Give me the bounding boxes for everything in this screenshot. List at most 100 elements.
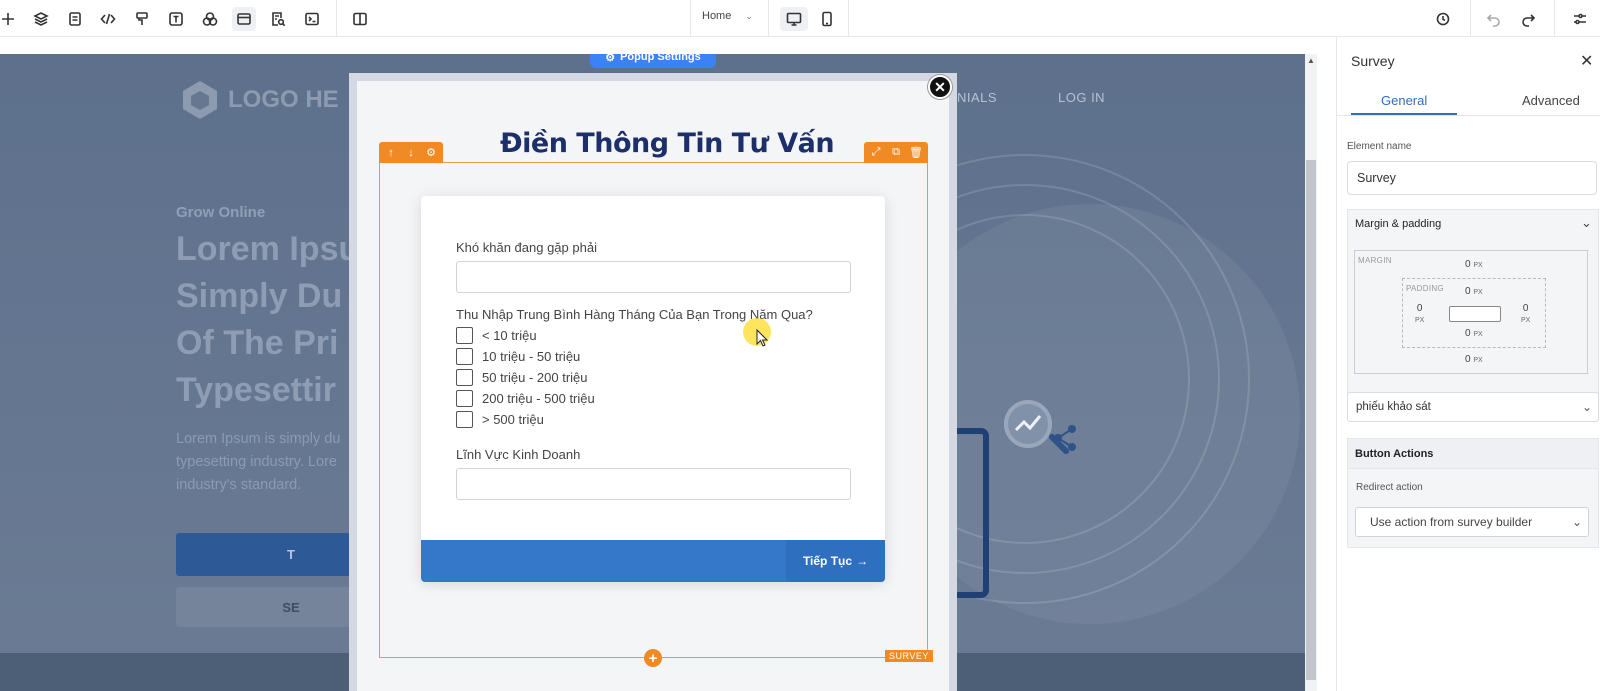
arrow-right-icon: → — [856, 554, 869, 568]
tab-general[interactable]: General — [1381, 93, 1427, 108]
scroll-up-icon[interactable]: ▲ — [1307, 56, 1315, 65]
add-element-button[interactable]: + — [644, 649, 662, 667]
layers-icon[interactable] — [29, 7, 53, 31]
code-icon[interactable] — [96, 7, 120, 31]
canvas-scrollbar[interactable]: ▲ — [1305, 54, 1317, 691]
scrollbar-thumb[interactable] — [1306, 160, 1316, 680]
redo-icon[interactable] — [1516, 7, 1540, 31]
section-icon[interactable] — [232, 7, 256, 31]
business-field-input[interactable] — [456, 468, 851, 500]
element-type-tag: SURVEY — [885, 650, 933, 662]
next-button-label: Tiếp Tục — [802, 554, 853, 568]
tab-advanced[interactable]: Advanced — [1522, 93, 1580, 108]
element-name-value: Survey — [1357, 171, 1396, 185]
padding-left-value[interactable]: 0 PX — [1415, 303, 1424, 325]
margin-bottom-value[interactable]: 0 PX — [1465, 354, 1483, 365]
checkbox-option[interactable]: > 500 triệu — [456, 411, 544, 428]
hero-description: Lorem Ipsum is simply du typesetting ind… — [176, 428, 376, 497]
option-label: 50 triệu - 200 triệu — [482, 370, 588, 385]
settings-sliders-icon[interactable] — [1568, 7, 1592, 31]
chevron-down-icon[interactable]: ⌄ — [1581, 215, 1592, 231]
popup-title[interactable]: Điền Thông Tin Tư Vấn — [500, 128, 835, 159]
page-select[interactable]: Home ⌄ — [702, 10, 753, 22]
padding-right-value[interactable]: 0 PX — [1521, 303, 1530, 325]
popup-settings-label: Popup Settings — [620, 54, 701, 63]
desc-line: Lorem Ipsum is simply du — [176, 431, 341, 447]
undo-icon[interactable] — [1482, 7, 1506, 31]
frame-move-tools: ↑ ↓ ⚙ — [379, 142, 443, 163]
survey-select[interactable]: phiếu khảo sát ⌄ — [1347, 392, 1599, 422]
page-icon[interactable] — [63, 7, 87, 31]
popup-settings-button[interactable]: ⚙ Popup Settings — [590, 54, 716, 68]
close-icon[interactable]: ✕ — [1580, 51, 1593, 71]
toolbar-separator — [336, 0, 337, 37]
nav-item-login[interactable]: LOG IN — [1058, 90, 1105, 105]
toolbar-separator — [768, 0, 769, 37]
question-label: Khó khăn đang gặp phải — [456, 240, 597, 255]
logo-text: LOGO HE — [228, 86, 339, 113]
arrow-down-icon[interactable]: ↓ — [403, 145, 419, 161]
checkbox-option[interactable]: 10 triệu - 50 triệu — [456, 348, 580, 365]
chevron-down-icon: ⌄ — [1571, 515, 1582, 529]
padding-top-value[interactable]: 0 PX — [1465, 286, 1483, 297]
panel-title: Survey — [1351, 53, 1395, 69]
shapes-icon[interactable] — [198, 7, 222, 31]
checkbox[interactable] — [456, 369, 473, 386]
checkbox-option[interactable]: < 10 triệu — [456, 327, 537, 344]
mobile-icon[interactable] — [815, 7, 839, 31]
checkbox-option[interactable]: 50 triệu - 200 triệu — [456, 369, 588, 386]
gear-icon[interactable]: ⚙ — [423, 145, 439, 161]
redirect-action-value: Use action from survey builder — [1370, 515, 1533, 529]
chevron-down-icon: ⌄ — [745, 10, 753, 21]
top-toolbar: Home ⌄ — [0, 0, 1600, 37]
terminal-icon[interactable] — [300, 7, 324, 31]
search-doc-icon[interactable] — [266, 7, 290, 31]
gear-icon: ⚙ — [605, 54, 616, 64]
checkbox-option[interactable]: 200 triệu - 500 triệu — [456, 390, 595, 407]
duplicate-icon[interactable]: ⧉ — [888, 145, 904, 161]
share-icon — [1054, 425, 1076, 451]
margin-label: MARGIN — [1358, 256, 1392, 265]
add-icon[interactable] — [0, 7, 20, 31]
site-logo: LOGO HE — [178, 78, 339, 122]
nav-item-testimonials[interactable]: NIALS — [957, 90, 997, 105]
checkbox[interactable] — [456, 348, 473, 365]
illustration-monitor — [955, 428, 989, 598]
difficulty-input[interactable] — [456, 261, 851, 293]
toolbar-separator — [690, 0, 691, 37]
hero-eyebrow: Grow Online — [176, 204, 266, 221]
section-title: Margin & padding — [1355, 218, 1442, 230]
desc-line: typesetting industry. Lore — [176, 454, 337, 470]
content-box — [1449, 306, 1501, 322]
redirect-action-select[interactable]: Use action from survey builder ⌄ — [1355, 507, 1589, 537]
option-label: > 500 triệu — [482, 412, 544, 427]
split-view-icon[interactable] — [348, 7, 372, 31]
padding-box: PADDING 0 PX 0 PX 0 PX 0 PX — [1402, 278, 1546, 348]
text-icon[interactable] — [164, 7, 188, 31]
paint-icon[interactable] — [130, 7, 154, 31]
padding-bottom-value[interactable]: 0 PX — [1465, 328, 1483, 339]
trash-icon[interactable]: 🗑 — [908, 145, 924, 161]
arrow-up-icon[interactable]: ↑ — [383, 145, 399, 161]
tab-divider — [1337, 115, 1600, 116]
margin-top-value[interactable]: 0 PX — [1465, 259, 1483, 270]
desktop-icon[interactable] — [780, 7, 808, 31]
checkbox[interactable] — [456, 390, 473, 407]
toolbar-separator — [1470, 0, 1471, 37]
checkbox[interactable] — [456, 327, 473, 344]
checkbox[interactable] — [456, 411, 473, 428]
toolbar-separator — [1554, 0, 1555, 37]
popup-close-button[interactable]: ✕ — [928, 75, 952, 99]
properties-panel: Survey ✕ General Advanced Element name S… — [1336, 37, 1600, 691]
frame-action-tools: ⤢ ⧉ 🗑 — [864, 142, 928, 163]
expand-icon[interactable]: ⤢ — [868, 145, 884, 161]
toolbar-separator — [848, 0, 849, 37]
mouse-pointer-icon — [756, 329, 768, 347]
illustration-magnifier — [1004, 400, 1052, 448]
element-name-input[interactable]: Survey — [1347, 161, 1597, 195]
page-select-value: Home — [702, 10, 732, 22]
history-icon[interactable] — [1431, 7, 1455, 31]
redirect-action-label: Redirect action — [1356, 482, 1423, 493]
option-label: 200 triệu - 500 triệu — [482, 391, 595, 406]
next-button[interactable]: Tiếp Tục → — [786, 540, 885, 582]
